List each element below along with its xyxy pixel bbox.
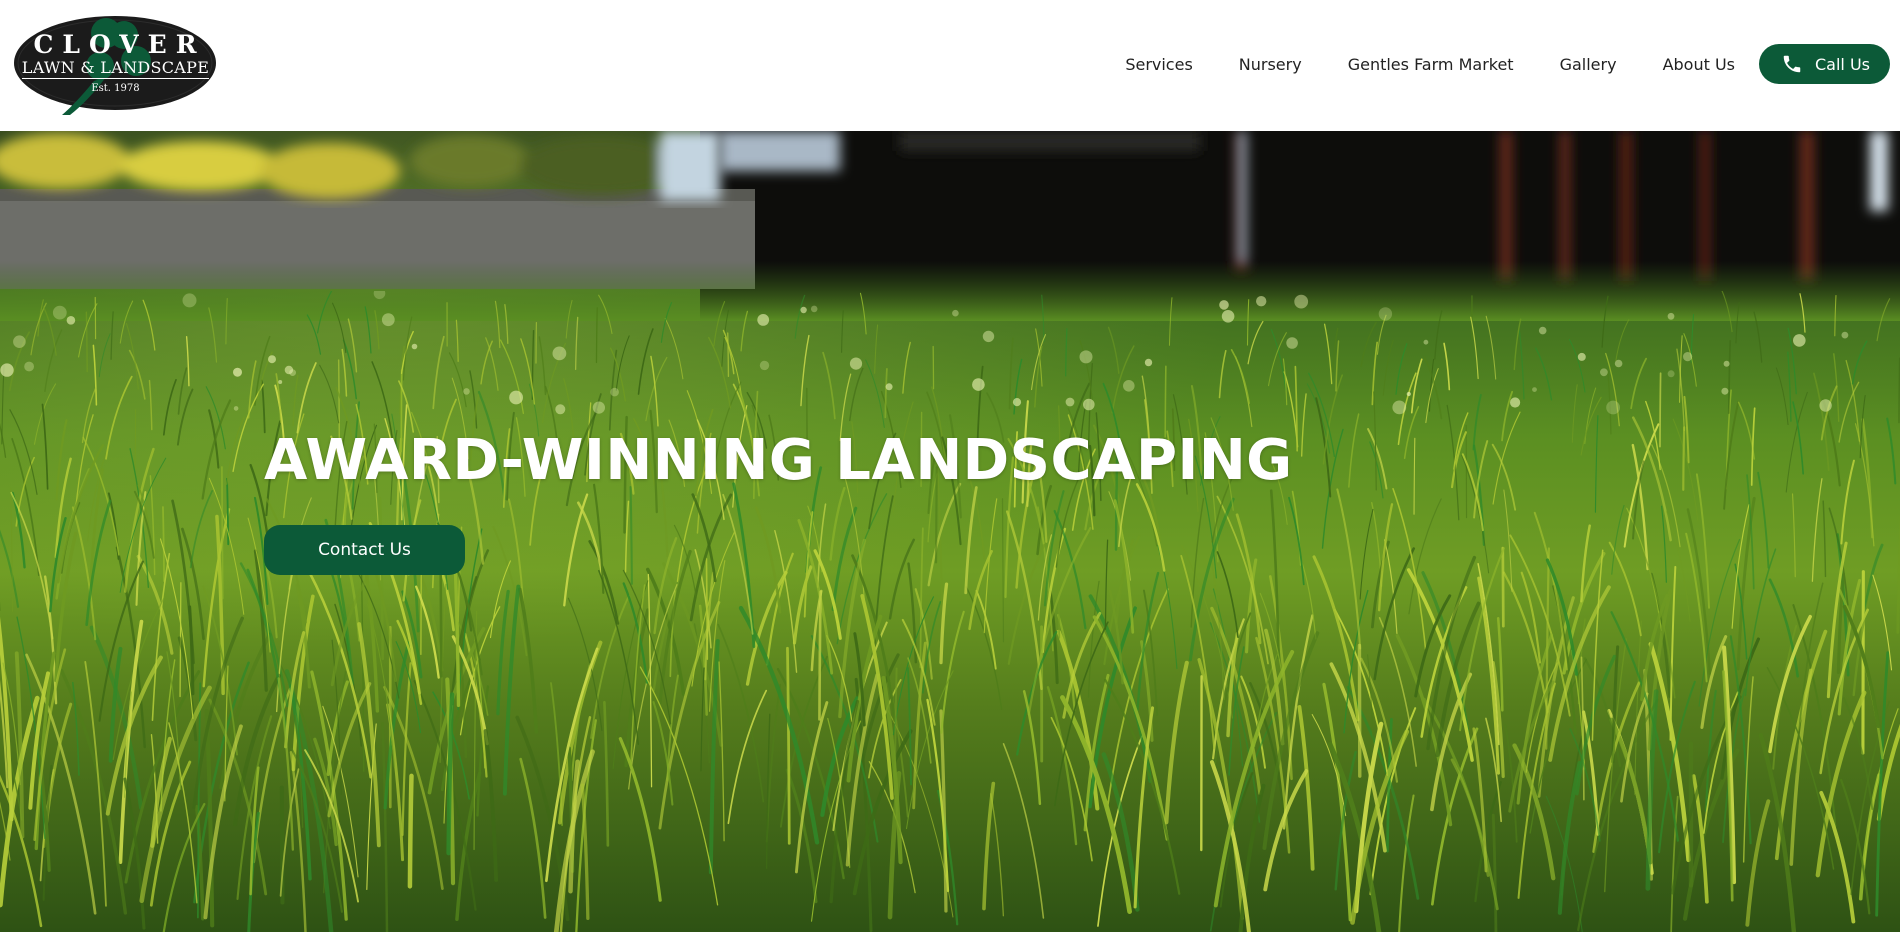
- nav-item-gallery[interactable]: Gallery: [1560, 55, 1617, 74]
- call-us-label: Call Us: [1815, 54, 1870, 74]
- logo-text: CLOVER LAWN & LANDSCAPE Est. 1978: [14, 11, 217, 115]
- nav-item-about-us[interactable]: About Us: [1663, 55, 1735, 74]
- main-nav: Services Nursery Gentles Farm Market Gal…: [1125, 44, 1890, 84]
- grass-texture: [0, 291, 1900, 932]
- nav-item-nursery[interactable]: Nursery: [1239, 55, 1302, 74]
- brand-name: CLOVER: [33, 30, 206, 59]
- nav-item-gentles-farm-market[interactable]: Gentles Farm Market: [1348, 55, 1514, 74]
- logo[interactable]: CLOVER LAWN & LANDSCAPE Est. 1978: [14, 11, 217, 115]
- site-header: CLOVER LAWN & LANDSCAPE Est. 1978 Servic…: [0, 0, 1900, 131]
- brand-established: Est. 1978: [91, 83, 140, 94]
- call-us-button[interactable]: Call Us: [1759, 44, 1890, 84]
- hero-banner: AWARD-WINNING LANDSCAPING Contact Us: [0, 131, 1900, 932]
- contact-us-button[interactable]: Contact Us: [264, 525, 465, 575]
- brand-tagline: LAWN & LANDSCAPE: [21, 58, 210, 79]
- hero-title: AWARD-WINNING LANDSCAPING: [264, 428, 1293, 493]
- nav-item-services[interactable]: Services: [1125, 55, 1192, 74]
- phone-icon: [1781, 53, 1803, 75]
